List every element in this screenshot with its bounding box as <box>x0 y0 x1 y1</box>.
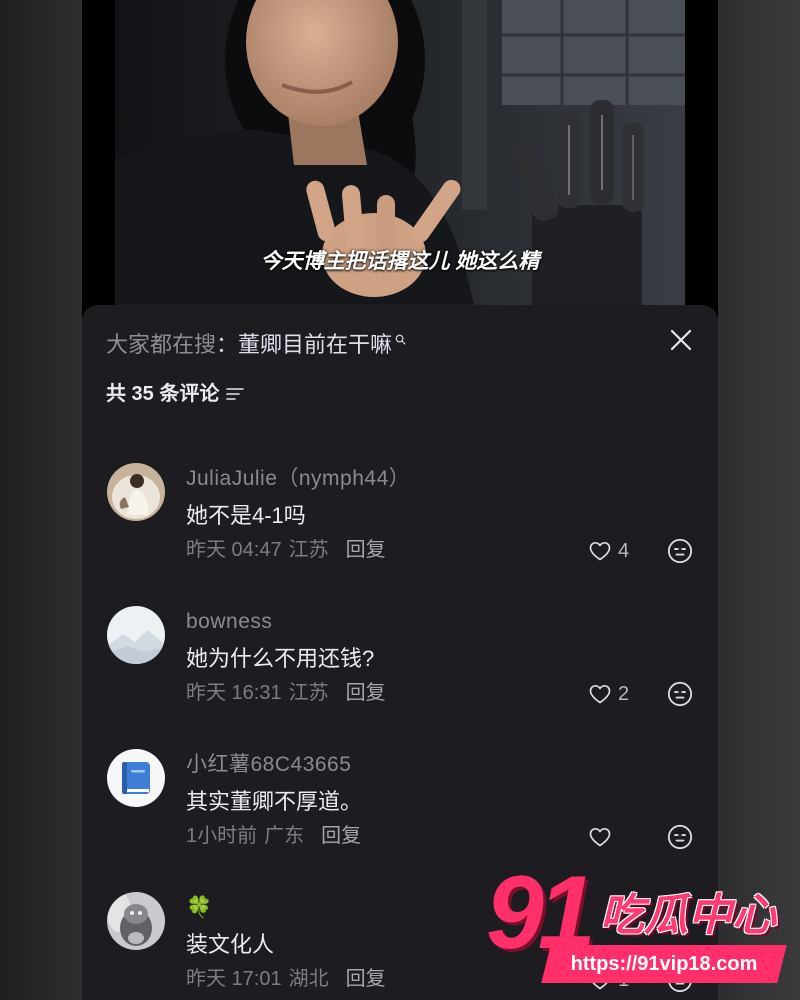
like-count: 2 <box>618 683 630 705</box>
comment-item: JuliaJulie（nymph44） 她不是4-1吗 昨天 04:47 江苏 回复… <box>82 463 718 564</box>
search-suggestion[interactable]: 大家都在搜 ： 董卿目前在干嘛 <box>106 332 406 358</box>
search-hint-label: 大家都在搜 <box>106 332 217 357</box>
avatar[interactable] <box>107 892 165 950</box>
avatar[interactable] <box>107 749 165 807</box>
comment-location: 江苏 <box>288 682 329 704</box>
search-hint-query[interactable]: 董卿目前在干嘛 <box>238 332 392 358</box>
reply-button[interactable]: 回复 <box>321 825 361 847</box>
reply-button[interactable]: 回复 <box>346 968 386 990</box>
comment-username[interactable]: 🍀 <box>186 896 213 920</box>
comment-text: 其实董卿不厚道。 <box>186 789 363 814</box>
comment-meta: 1小时前 广东 回复 <box>186 824 361 848</box>
comment-time: 昨天 04:47 <box>186 539 282 561</box>
watermark: 91 吃瓜中心 https://91vip18.com <box>486 858 787 988</box>
video-player[interactable]: 今天博主把话撂这儿 她这么精 <box>82 0 718 322</box>
comment-text: 她不是4-1吗 <box>186 503 306 528</box>
comment-location: 江苏 <box>288 539 329 561</box>
close-icon[interactable] <box>669 328 693 352</box>
comment-text: 装文化人 <box>186 932 275 957</box>
heart-icon <box>589 541 611 561</box>
comment-count: 共 35 条评论 <box>106 383 220 405</box>
comment-text: 她为什么不用还钱? <box>186 646 375 671</box>
comment-meta: 昨天 17:01 湖北 回复 <box>186 967 386 991</box>
comment-time: 1小时前 <box>186 825 258 847</box>
book-icon <box>107 749 165 807</box>
search-icon <box>395 334 406 345</box>
comment-location: 湖北 <box>288 968 329 990</box>
like-button[interactable]: 4 <box>587 539 629 563</box>
comment-username[interactable]: JuliaJulie（nymph44） <box>186 467 410 491</box>
comment-time: 昨天 16:31 <box>186 682 282 704</box>
avatar[interactable] <box>107 606 165 664</box>
comment-location: 广东 <box>264 825 305 847</box>
like-button[interactable]: 2 <box>587 682 629 706</box>
comment-meta: 昨天 04:47 江苏 回复 <box>186 538 386 562</box>
heart-icon <box>589 684 611 704</box>
comment-item: 小红薯68C43665 其实董卿不厚道。 1小时前 广东 回复 <box>82 749 718 850</box>
avatar[interactable] <box>107 463 165 521</box>
right-backdrop <box>718 0 800 1000</box>
meh-face-icon[interactable] <box>667 824 693 850</box>
search-hint-separator: ： <box>216 332 239 357</box>
watermark-name: 吃瓜中心 <box>600 891 776 940</box>
comment-time: 昨天 17:01 <box>186 968 282 990</box>
watermark-url: https://91vip18.com <box>570 953 758 975</box>
comment-item: bowness 她为什么不用还钱? 昨天 16:31 江苏 回复 2 <box>82 606 718 707</box>
heart-icon <box>589 827 611 847</box>
meh-face-icon[interactable] <box>667 538 693 564</box>
like-button[interactable] <box>587 825 618 849</box>
comment-count-row: 共 35 条评论 <box>106 381 245 407</box>
reply-button[interactable]: 回复 <box>346 539 386 561</box>
like-count: 4 <box>618 540 630 562</box>
sort-icon[interactable] <box>226 387 245 401</box>
comment-username[interactable]: bowness <box>186 610 272 634</box>
video-subtitle: 今天博主把话撂这儿 她这么精 <box>260 250 540 273</box>
reply-button[interactable]: 回复 <box>346 682 386 704</box>
comment-username[interactable]: 小红薯68C43665 <box>186 753 351 777</box>
comment-meta: 昨天 16:31 江苏 回复 <box>186 681 386 705</box>
meh-face-icon[interactable] <box>667 681 693 707</box>
left-backdrop <box>0 0 82 1000</box>
